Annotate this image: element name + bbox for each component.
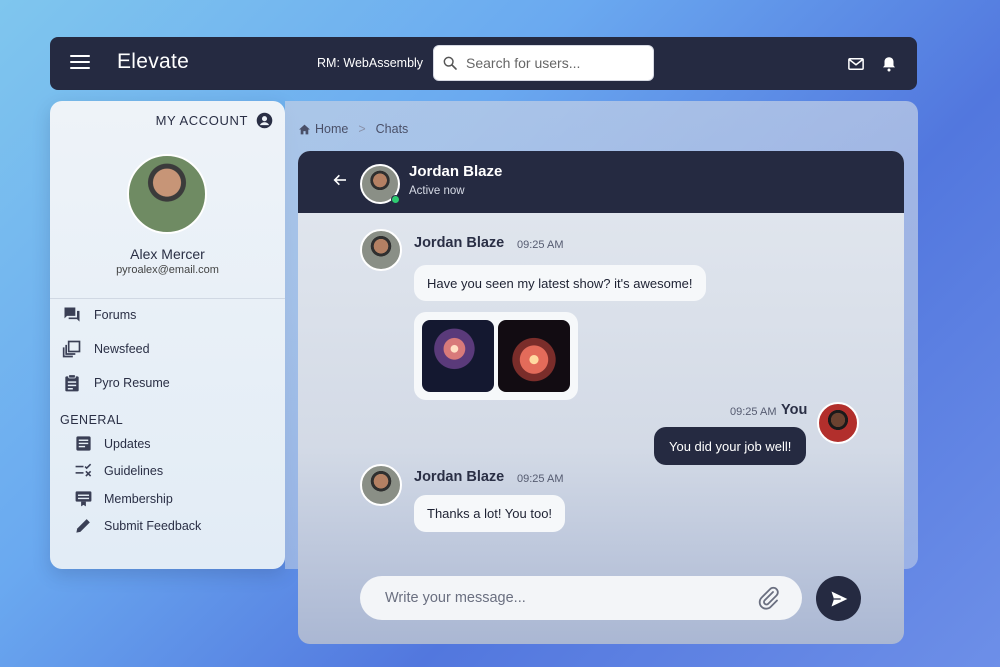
search-input[interactable]: [466, 55, 646, 71]
online-indicator: [391, 195, 400, 204]
sidebar-item-pyro-resume[interactable]: Pyro Resume: [62, 373, 170, 393]
my-account-label: MY ACCOUNT: [155, 113, 248, 128]
my-avatar: [817, 402, 859, 444]
sidebar-item-updates[interactable]: Updates: [74, 434, 151, 453]
message-sender: Jordan Blaze: [414, 235, 505, 251]
message-sender: Jordan Blaze: [414, 469, 505, 485]
contact-status: Active now: [409, 185, 465, 197]
send-icon: [831, 591, 847, 606]
sidebar-item-label: Newsfeed: [94, 342, 150, 356]
firework-image[interactable]: [422, 320, 494, 392]
newsfeed-icon: [62, 340, 81, 358]
checklist-icon: [75, 463, 92, 477]
pencil-icon: [76, 519, 90, 533]
sidebar-item-label: Updates: [104, 436, 151, 451]
sidebar-item-label: Submit Feedback: [104, 518, 202, 533]
chat-window: [298, 151, 904, 644]
message-compose-box[interactable]: [360, 576, 802, 620]
mail-icon[interactable]: [847, 55, 865, 73]
bell-icon[interactable]: [880, 55, 898, 73]
membership-card-icon: [75, 491, 92, 507]
message-time: 09:25 AM: [517, 473, 564, 485]
section-title-general: GENERAL: [60, 413, 124, 427]
my-account-link[interactable]: MY ACCOUNT: [50, 112, 273, 129]
user-email: pyroalex@email.com: [116, 264, 219, 276]
breadcrumb-home[interactable]: Home: [298, 122, 348, 136]
contact-name: Jordan Blaze: [409, 163, 503, 180]
menu-icon[interactable]: [70, 55, 90, 71]
breadcrumb-current: Chats: [375, 122, 409, 136]
sidebar-item-membership[interactable]: Membership: [74, 489, 173, 508]
breadcrumb-separator: >: [358, 122, 366, 136]
account-circle-icon: [256, 112, 273, 129]
back-arrow-icon[interactable]: [332, 172, 348, 188]
message-bubble: You did your job well!: [654, 427, 807, 465]
sender-avatar: [360, 229, 402, 271]
sidebar-item-label: Forums: [94, 308, 137, 322]
article-icon: [76, 436, 91, 451]
sidebar-item-label: Pyro Resume: [94, 376, 170, 390]
sidebar-divider: [50, 298, 285, 299]
firework-image[interactable]: [498, 320, 570, 392]
forum-icon: [64, 307, 80, 322]
message-bubble: Thanks a lot! You too!: [414, 495, 566, 532]
paperclip-icon[interactable]: [757, 586, 781, 610]
sidebar-item-submit-feedback[interactable]: Submit Feedback: [74, 516, 201, 535]
sidebar-item-forums[interactable]: Forums: [62, 305, 136, 325]
sidebar-item-guidelines[interactable]: Guidelines: [74, 461, 163, 480]
message-sender: You: [781, 402, 808, 418]
sidebar-item-label: Guidelines: [104, 463, 164, 478]
sender-avatar: [360, 464, 402, 506]
message-time: 09:25 AM: [730, 406, 777, 418]
breadcrumb-home-label: Home: [315, 122, 349, 136]
app-title: Elevate: [117, 50, 190, 73]
message-time: 09:25 AM: [517, 239, 564, 251]
rm-label: RM: WebAssembly: [317, 56, 424, 70]
search-icon: [443, 56, 457, 70]
home-icon: [299, 124, 310, 134]
user-avatar: [127, 154, 207, 234]
sidebar-item-label: Membership: [104, 491, 173, 506]
breadcrumb: Home > Chats: [298, 122, 408, 136]
message-bubble: Have you seen my latest show? it's aweso…: [414, 265, 706, 301]
user-name: Alex Mercer: [130, 246, 205, 262]
clipboard-icon: [65, 374, 79, 392]
message-input[interactable]: [385, 590, 745, 606]
search-box[interactable]: [433, 45, 654, 81]
sidebar-item-newsfeed[interactable]: Newsfeed: [62, 339, 150, 359]
send-button[interactable]: [816, 576, 861, 621]
